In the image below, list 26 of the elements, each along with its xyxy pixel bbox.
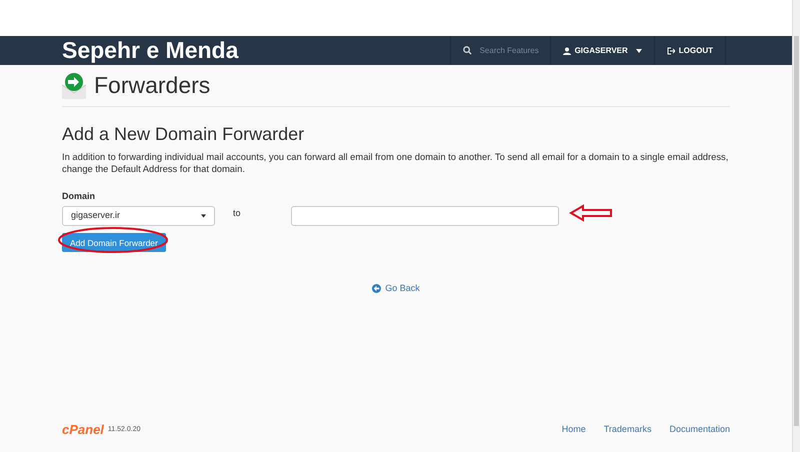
to-label: to — [233, 206, 242, 220]
back-arrow-icon — [372, 284, 382, 293]
mail-forward-icon — [62, 72, 86, 98]
footer-link[interactable]: Home — [562, 423, 586, 436]
footer-link[interactable]: Documentation — [669, 423, 730, 436]
search-field[interactable]: Search Features — [480, 44, 550, 56]
user-menu-button[interactable]: GIGASERVER — [550, 36, 654, 65]
footer-link[interactable]: Trademarks — [604, 423, 652, 436]
forward-to-input[interactable] — [291, 206, 559, 226]
arrow-annotation-icon — [569, 204, 613, 222]
page-title: Forwarders — [94, 71, 210, 100]
cpanel-logo: cPanel — [62, 421, 104, 439]
brand-title: Sepehr e Menda — [62, 39, 238, 62]
user-icon — [562, 46, 571, 54]
logout-button[interactable]: LOGOUT — [654, 36, 726, 65]
domain-select[interactable]: gigaserver.ir — [62, 206, 215, 226]
description-text: In addition to forwarding individual mail accounts, you can forward all email from one domain to another. To send all email for a domain to a single email address, change the Default Address for that domain. — [62, 151, 730, 175]
go-back-link[interactable]: Go Back — [372, 282, 420, 295]
caret-icon — [636, 48, 642, 52]
logout-icon — [666, 46, 675, 54]
ellipse-annotation-icon — [57, 226, 169, 254]
section-heading: Add a New Domain Forwarder — [62, 123, 306, 146]
dropdown-caret-icon — [201, 214, 206, 218]
domain-label: Domain — [62, 190, 96, 203]
search-icon — [462, 46, 472, 55]
scrollbar[interactable] — [792, 0, 800, 452]
